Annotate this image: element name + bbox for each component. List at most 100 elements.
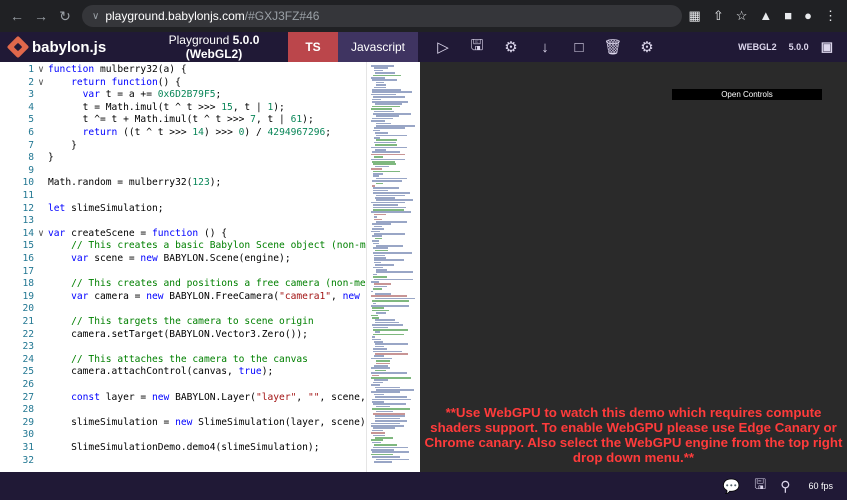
minimap-stroke xyxy=(373,403,407,405)
line-number: 12 xyxy=(22,202,34,214)
code-line[interactable]: 1 ∨ function mulberry32(a) { xyxy=(0,64,366,75)
save-icon[interactable]: 🖫 xyxy=(460,32,494,62)
brand[interactable]: babylon.js xyxy=(0,35,140,59)
code-line[interactable]: 27 const layer = new BABYLON.Layer("laye… xyxy=(0,392,366,403)
code-line[interactable]: 16 var scene = new BABYLON.Scene(engine)… xyxy=(0,253,366,264)
version-selector[interactable]: 5.0.0 xyxy=(789,42,809,52)
minimap-stroke xyxy=(372,309,390,312)
code-line[interactable]: 4 t = Math.imul(t ^ t >>> 15, t | 1); xyxy=(0,102,366,113)
render-canvas[interactable]: Open Controls **Use WebGPU to watch this… xyxy=(420,62,847,472)
code-line[interactable]: 13 xyxy=(0,215,366,226)
inspector-icon[interactable]: ⚙ xyxy=(494,32,528,62)
profile-icon[interactable]: ● xyxy=(804,8,812,24)
download-icon[interactable]: ↓ xyxy=(528,32,562,62)
engine-selector[interactable]: WEBGL2 xyxy=(738,42,777,52)
settings-icon[interactable]: ⚙ xyxy=(630,32,664,62)
line-code: const layer = new BABYLON.Layer("layer",… xyxy=(71,391,366,403)
minimap-stroke xyxy=(375,321,399,324)
code-line[interactable]: 10 Math.random = mulberry32(123); xyxy=(0,177,366,188)
minimap-stroke xyxy=(376,362,391,365)
minimap-stroke xyxy=(373,187,400,189)
code-line[interactable]: 22 camera.setTarget(BABYLON.Vector3.Zero… xyxy=(0,329,366,340)
editor-minimap[interactable] xyxy=(366,62,420,472)
minimap-stroke xyxy=(371,290,374,293)
code-line[interactable]: 6 return ((t ^ t >>> 14) >>> 0) / 429496… xyxy=(0,127,366,138)
share-icon[interactable]: ⇧ xyxy=(713,8,724,24)
minimap-stroke xyxy=(372,89,401,91)
line-code: return ((t ^ t >>> 14) >>> 0) / 42949672… xyxy=(82,127,332,138)
open-controls-button[interactable]: Open Controls xyxy=(672,89,822,100)
fold-chevron-icon[interactable]: ∨ xyxy=(34,77,48,88)
back-icon[interactable]: ← xyxy=(10,8,24,24)
code-line[interactable]: 25 camera.attachControl(canvas, true); xyxy=(0,366,366,377)
search-icon[interactable]: ⚲ xyxy=(780,478,790,495)
code-line[interactable]: 5 t ^= t + Math.imul(t ^ t >>> 7, t | 61… xyxy=(0,114,366,125)
code-line[interactable]: 20 xyxy=(0,303,366,314)
line-number: 19 xyxy=(22,290,34,302)
code-line[interactable]: 2 ∨ return function() { xyxy=(0,77,366,88)
code-line[interactable]: 30 xyxy=(0,429,366,440)
line-number: 29 xyxy=(22,416,34,428)
minimap-stroke xyxy=(373,247,389,249)
code-line[interactable]: 24 // This attaches the camera to the ca… xyxy=(0,354,366,365)
translate-icon[interactable]: ▦ xyxy=(689,8,701,24)
minimap-stroke xyxy=(373,113,412,115)
minimap-stroke xyxy=(372,317,379,319)
minimap-stroke xyxy=(375,197,396,199)
code-line[interactable]: 19 var camera = new BABYLON.FreeCamera("… xyxy=(0,291,366,302)
save-snippet-icon[interactable]: 🖫 xyxy=(754,474,766,498)
code-line[interactable]: 17 xyxy=(0,266,366,277)
minimap-stroke xyxy=(373,446,408,449)
tab-typescript[interactable]: TS xyxy=(288,32,338,62)
code-line[interactable]: 21 // This targets the camera to scene o… xyxy=(0,316,366,327)
code-line[interactable]: 26 xyxy=(0,379,366,390)
code-editor[interactable]: 1 ∨ function mulberry32(a) { 2 ∨ return func… xyxy=(0,62,366,472)
examples-icon[interactable]: ▣ xyxy=(821,39,833,55)
minimap-stroke xyxy=(371,168,382,170)
minimap-stroke xyxy=(376,194,406,197)
code-line[interactable]: 9 xyxy=(0,165,366,176)
extension-icon[interactable]: ▲ xyxy=(759,8,772,24)
tab-javascript[interactable]: Javascript xyxy=(338,32,418,62)
minimap-stroke xyxy=(371,314,379,317)
code-line[interactable]: 28 xyxy=(0,404,366,415)
menu-icon[interactable]: ⋮ xyxy=(824,8,837,24)
line-number: 11 xyxy=(22,190,34,201)
minimap-stroke xyxy=(375,343,408,345)
reload-icon[interactable]: ↻ xyxy=(58,8,72,25)
address-bar[interactable]: ∨ playground.babylonjs.com/#GXJ3FZ#46 xyxy=(82,5,682,27)
line-code: } xyxy=(48,152,54,164)
minimap-stroke xyxy=(371,281,379,283)
feedback-icon[interactable]: 💬 xyxy=(723,478,740,495)
code-line[interactable]: 29 slimeSimulation = new SlimeSimulation… xyxy=(0,417,366,428)
code-line[interactable]: 11 xyxy=(0,190,366,201)
clear-icon[interactable]: 🗑 xyxy=(596,32,630,62)
code-line[interactable]: 32 xyxy=(0,455,366,466)
code-line[interactable]: 15 // This creates a basic Babylon Scene… xyxy=(0,240,366,251)
line-number: 4 xyxy=(28,101,34,113)
run-icon[interactable]: ▷ xyxy=(426,32,460,62)
minimap-stroke xyxy=(372,374,379,377)
line-number: 25 xyxy=(22,366,34,378)
code-line[interactable]: 31 SlimeSimulationDemo.demo4(slimeSimula… xyxy=(0,442,366,453)
code-line[interactable]: 3 var t = a += 0x6D2B79F5; xyxy=(0,89,366,100)
fold-chevron-icon[interactable]: ∨ xyxy=(34,228,48,239)
code-line[interactable]: 7 } xyxy=(0,140,366,151)
minimap-stroke xyxy=(376,458,409,461)
forward-icon[interactable]: → xyxy=(34,8,48,24)
new-file-icon[interactable]: □ xyxy=(562,32,596,62)
code-line[interactable]: 12 let slimeSimulation; xyxy=(0,203,366,214)
fold-chevron-icon[interactable]: ∨ xyxy=(34,64,48,75)
window-icon[interactable]: ■ xyxy=(784,8,792,24)
code-line[interactable]: 18 // This creates and positions a free … xyxy=(0,278,366,289)
minimap-stroke xyxy=(373,242,379,245)
bookmark-star-icon[interactable]: ☆ xyxy=(736,8,748,24)
site-info-icon[interactable]: ∨ xyxy=(92,11,99,22)
code-line[interactable]: 23 xyxy=(0,341,366,352)
minimap-stroke xyxy=(373,427,395,429)
brand-name: babylon.js xyxy=(32,38,107,56)
code-line[interactable]: 14 ∨ var createScene = function () { xyxy=(0,228,366,239)
minimap-stroke xyxy=(376,125,415,127)
minimap-stroke xyxy=(374,216,377,218)
code-line[interactable]: 8} xyxy=(0,152,366,163)
